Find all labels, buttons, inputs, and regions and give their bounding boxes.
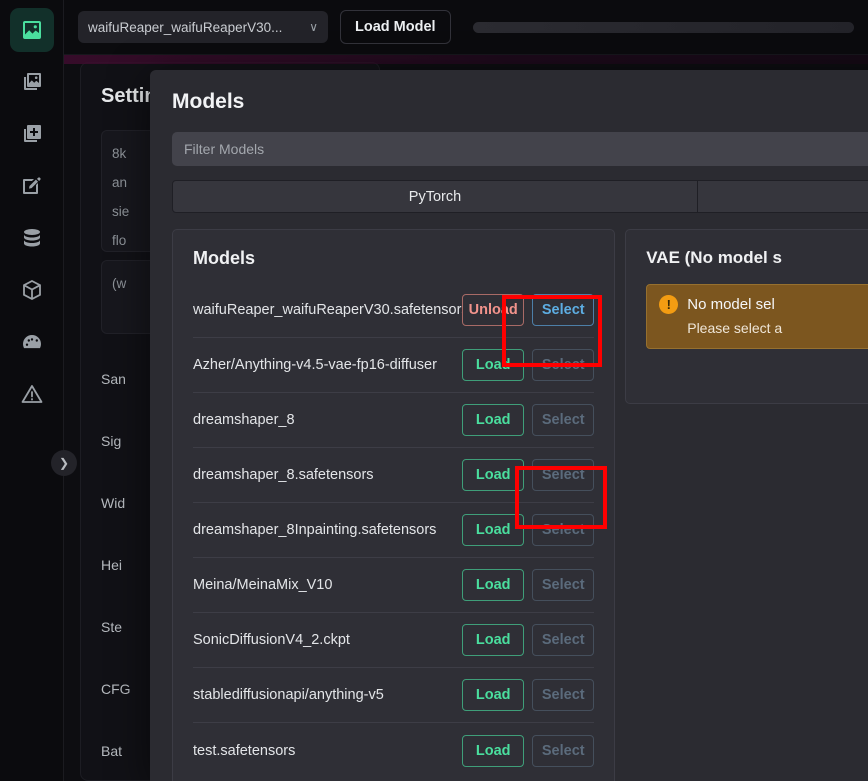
row-actions: Load Select [462,735,594,767]
filter-models-input[interactable] [172,132,868,166]
load-button[interactable]: Load [462,735,524,767]
models-card-title: Models [193,248,594,269]
cube-icon [20,278,44,302]
load-model-button[interactable]: Load Model [340,10,451,44]
sidebar-item-add-image[interactable] [10,112,54,156]
table-row: SonicDiffusionV4_2.ckpt Load Select [193,613,594,668]
image-icon [20,18,44,42]
chevron-right-icon: ❯ [59,456,69,470]
load-button[interactable]: Load [462,569,524,601]
model-name: dreamshaper_8 [193,412,462,428]
sidebar-item-alerts[interactable] [10,372,54,416]
annotation-box-load [515,466,607,529]
chevron-down-icon: ∨ [309,20,318,34]
no-model-selected-alert: ! No model sel Please select a [646,284,868,349]
model-dropdown[interactable]: waifuReaper_waifuReaperV30... ∨ [78,11,328,43]
model-name: Meina/MeinaMix_V10 [193,577,462,593]
vae-card-title: VAE (No model s [646,248,868,268]
row-actions: Load Select [462,569,594,601]
sidebar-item-gallery[interactable] [10,60,54,104]
vae-card: VAE (No model s ! No model sel Please se… [625,229,868,404]
sidebar-item-database[interactable] [10,216,54,260]
sidebar-item-edit[interactable] [10,164,54,208]
table-row: Meina/MeinaMix_V10 Load Select [193,558,594,613]
select-button: Select [532,624,594,656]
load-button[interactable]: Load [462,404,524,436]
modal-title: Models [150,70,868,114]
model-name: stablediffusionapi/anything-v5 [193,687,462,703]
select-button: Select [532,679,594,711]
database-icon [20,226,44,250]
table-row: stablediffusionapi/anything-v5 Load Sele… [193,668,594,723]
sidebar-rail [0,0,64,781]
select-button: Select [532,735,594,767]
load-button[interactable]: Load [462,679,524,711]
panel-expand-button[interactable]: ❯ [51,450,77,476]
table-row: test.safetensors Load Select [193,723,594,778]
add-image-icon [20,122,44,146]
model-name: SonicDiffusionV4_2.ckpt [193,632,462,648]
warning-icon [20,382,44,406]
sidebar-item-models[interactable] [10,268,54,312]
alert-title: No model sel [687,296,775,313]
row-actions: Load Select [462,679,594,711]
gauge-icon [20,330,44,354]
select-button: Select [532,404,594,436]
model-name: Azher/Anything-v4.5-vae-fp16-diffuser [193,357,462,373]
model-name: dreamshaper_8.safetensors [193,467,462,483]
tab-overflow-area[interactable] [698,180,868,213]
row-actions: Load Select [462,624,594,656]
sidebar-item-image[interactable] [10,8,54,52]
gallery-icon [20,70,44,94]
model-name: dreamshaper_8Inpainting.safetensors [193,522,462,538]
alert-header: ! No model sel [659,295,868,314]
top-bar: waifuReaper_waifuReaperV30... ∨ Load Mod… [64,0,868,55]
load-button[interactable]: Load [462,624,524,656]
annotation-box-unload [502,295,602,367]
progress-bar[interactable] [463,11,854,43]
alert-exclamation-icon: ! [659,295,678,314]
sidebar-item-dashboard[interactable] [10,320,54,364]
select-button: Select [532,569,594,601]
models-modal: Models PyTorch Models waifuReaper_waifuR… [150,70,868,781]
alert-subtitle: Please select a [687,320,868,336]
tab-pytorch[interactable]: PyTorch [172,180,698,213]
model-dropdown-value: waifuReaper_waifuReaperV30... [88,20,282,35]
model-type-tabs: PyTorch [172,180,868,213]
progress-bar-track [473,22,854,33]
app-root: Settings 8k an siе flo (w San Sig Wid He… [0,0,868,781]
table-row: dreamshaper_8 Load Select [193,393,594,448]
row-actions: Load Select [462,404,594,436]
model-name: test.safetensors [193,743,462,759]
model-name: waifuReaper_waifuReaperV30.safetensors [193,302,462,318]
edit-icon [20,174,44,198]
